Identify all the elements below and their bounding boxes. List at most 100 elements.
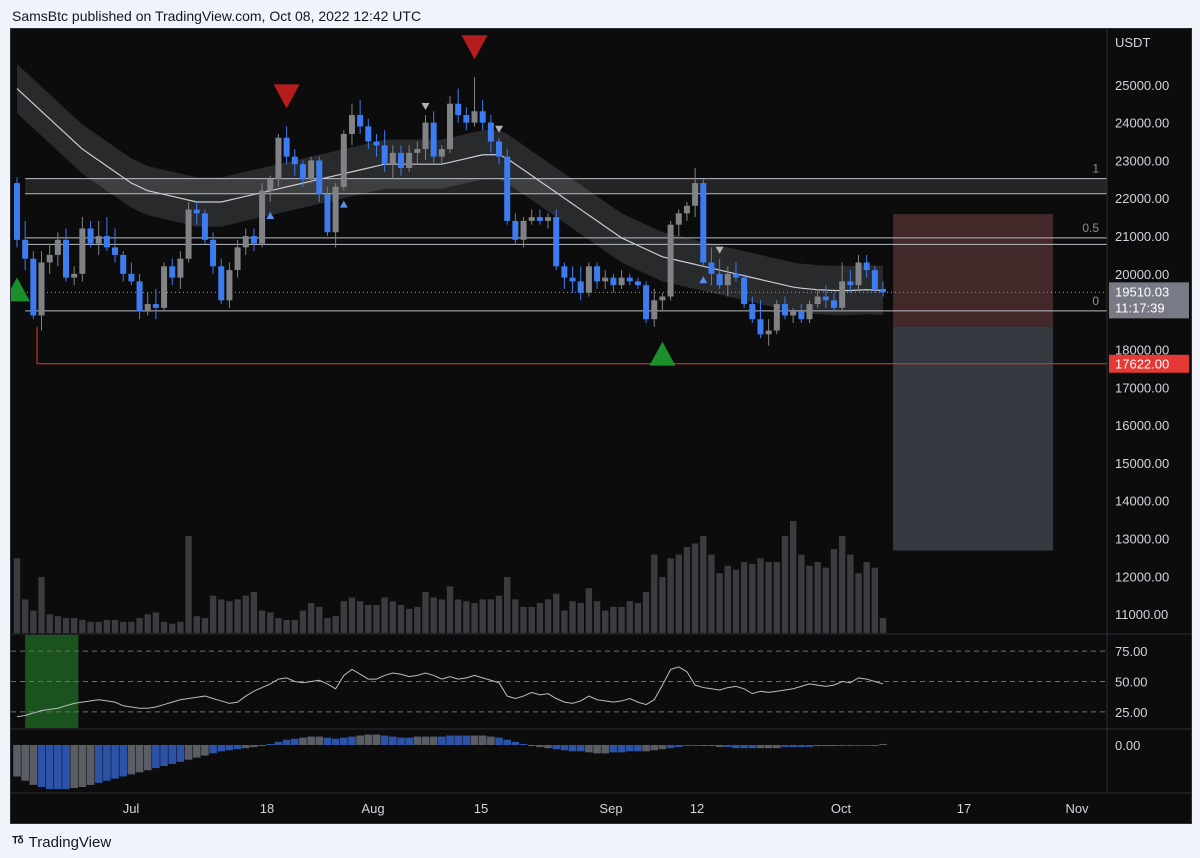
volume-bar — [103, 619, 111, 633]
volume-bar — [740, 562, 748, 633]
volume-bar — [46, 614, 53, 633]
volume-bar — [454, 599, 462, 633]
candle-body — [831, 300, 837, 308]
volume-bar — [422, 591, 429, 633]
momentum-bar — [642, 745, 650, 752]
momentum-bar — [356, 735, 364, 745]
volume-bar — [365, 605, 372, 633]
volume-bar — [242, 595, 249, 633]
momentum-bar — [429, 736, 438, 745]
candle-body — [63, 239, 70, 278]
candle-body — [708, 262, 715, 274]
footer-brand[interactable]: TradingView — [29, 834, 112, 851]
momentum-bar — [552, 745, 561, 750]
momentum-bar — [781, 745, 789, 748]
candle-body — [348, 115, 355, 134]
momentum-bar — [258, 745, 266, 747]
momentum-bar — [103, 745, 111, 781]
price-tags: 19510.0311:17:39 17622.00 — [1109, 282, 1189, 373]
momentum-bar — [568, 745, 577, 752]
candle-body — [880, 288, 887, 293]
fib-level-label: 0.5 — [1082, 221, 1099, 235]
candle-body — [585, 266, 592, 293]
volume-bar — [160, 621, 168, 633]
momentum-bar — [217, 745, 226, 752]
rsi-tick-label: 25.00 — [1115, 705, 1148, 720]
signal-layer — [4, 35, 724, 366]
candle-body — [700, 183, 707, 263]
momentum-bar — [560, 745, 569, 751]
volume-bar — [863, 562, 870, 633]
volume-layer — [13, 521, 887, 633]
candle-body — [651, 300, 658, 320]
momentum-bar — [201, 745, 209, 756]
candle-body — [536, 217, 543, 221]
candle-body — [226, 270, 233, 301]
volume-bar — [193, 616, 200, 633]
momentum-bar — [601, 745, 610, 754]
volume-bar — [13, 558, 21, 633]
volume-bar — [250, 591, 258, 633]
volume-bar — [373, 605, 380, 633]
volume-bar — [209, 595, 217, 633]
chart-canvas[interactable]: 1 0.5 0 75.00 50.00 25.00 0.00 USDT 25000.00 240… — [4, 29, 1191, 823]
momentum-bar — [625, 745, 634, 752]
momentum-bar — [609, 745, 618, 753]
volume-bar — [267, 612, 274, 633]
candle-body — [765, 330, 772, 335]
volume-bar — [659, 577, 666, 633]
candle-body — [291, 156, 298, 165]
candle-body — [201, 213, 208, 240]
momentum-bar — [838, 745, 846, 747]
momentum-bar — [233, 745, 242, 750]
candle-body — [185, 209, 192, 259]
candle-body — [373, 141, 380, 146]
buy-signal-triangle — [4, 277, 30, 302]
candle-body — [692, 183, 699, 206]
volume-bar — [585, 588, 593, 633]
volume-bar — [544, 599, 552, 633]
volume-bar — [577, 603, 584, 633]
momentum-bar — [478, 735, 487, 745]
volume-bar — [642, 591, 650, 633]
momentum-bar — [707, 745, 716, 747]
volume-bar — [234, 599, 241, 633]
momentum-bar — [29, 745, 38, 785]
candle-body — [87, 228, 94, 244]
volume-bar — [724, 565, 731, 633]
volume-bar — [38, 577, 45, 633]
momentum-bar — [813, 745, 822, 747]
tradingview-logo-icon[interactable]: ᵀᵟ — [12, 834, 24, 851]
momentum-bar — [666, 745, 675, 749]
rsi-tick-label: 75.00 — [1115, 644, 1148, 659]
momentum-bar — [511, 741, 520, 745]
candle-body — [749, 304, 756, 320]
momentum-bar — [862, 745, 871, 746]
volume-bar — [879, 618, 887, 633]
volume-bar — [340, 601, 347, 633]
chart-frame[interactable]: 1 0.5 0 75.00 50.00 25.00 0.00 USDT 25000.00 240… — [4, 28, 1192, 824]
price-tick-label: 23000.00 — [1115, 153, 1169, 168]
candle-body — [210, 239, 217, 267]
candle-body — [512, 220, 519, 240]
fib-top-band — [25, 178, 1107, 194]
candle-body — [381, 145, 388, 165]
volume-bar — [79, 619, 86, 633]
candle-body — [332, 186, 339, 233]
volume-bar — [651, 554, 658, 633]
volume-bar — [569, 601, 576, 633]
momentum-bar — [462, 735, 471, 745]
momentum-bar — [364, 734, 373, 745]
momentum-bar — [536, 745, 544, 748]
momentum-bar — [78, 745, 87, 787]
candle-body — [397, 152, 404, 168]
candle-body — [95, 236, 102, 244]
candle-body — [806, 304, 813, 320]
time-tick-label: Jul — [123, 801, 140, 816]
momentum-bar — [135, 745, 144, 773]
price-tick-label: 24000.00 — [1115, 116, 1169, 131]
volume-bar — [258, 610, 266, 633]
momentum-zero-label: 0.00 — [1115, 738, 1140, 753]
volume-bar — [822, 567, 830, 633]
momentum-bar — [340, 737, 348, 745]
